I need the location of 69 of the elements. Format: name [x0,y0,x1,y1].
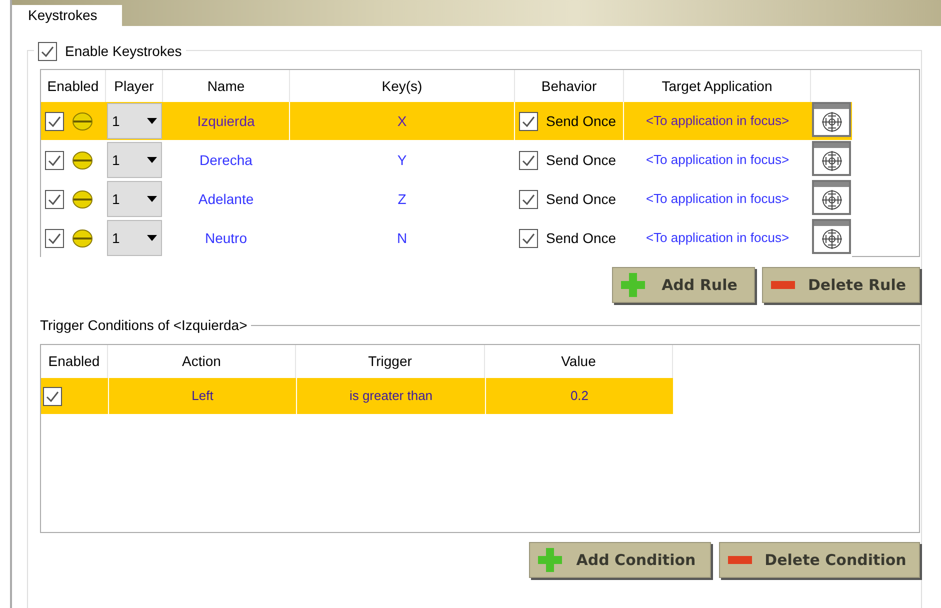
checkbox[interactable] [519,190,538,208]
caret-icon [147,235,157,241]
delete-button[interactable]: Delete Condition [719,542,920,578]
caret-icon [147,157,157,163]
caret-icon [147,118,157,124]
table-cell: Y [290,141,515,179]
table-cell: X [290,102,515,140]
minus-icon [728,556,752,564]
status-light-icon [72,190,93,208]
check-icon [48,194,61,204]
behavior-label: Send Once [546,112,616,130]
table-cell-text: <To application in focus> [644,112,790,130]
player-dropdown[interactable]: 1 [107,220,162,256]
check-icon [522,194,535,204]
table-row[interactable]: Left is greater than 0.2 [41,378,673,414]
check-icon [48,232,61,244]
table-cell: Left [108,378,296,414]
table-cell: Adelante [163,180,290,218]
table-cell: Z [290,180,515,218]
checkbox[interactable] [45,150,64,170]
table-cell: is greater than [296,378,485,414]
behavior-label: Send Once [546,190,616,208]
table-row[interactable]: 1 Neutro N Send Once <To application in focus> [41,219,811,257]
check-icon [522,154,535,166]
delete-button[interactable]: Delete Rule [762,267,920,303]
table-cell: Neutro [163,219,290,257]
player-dropdown[interactable]: 1 [107,181,162,217]
checkbox[interactable] [45,190,64,208]
table-cell: 0.2 [485,378,673,414]
table-cell-text: <To application in focus> [644,229,790,248]
check-icon [522,116,535,126]
player-dropdown[interactable]: 1 [107,142,162,178]
tab[interactable]: Keystrokes [12,5,122,26]
caret-icon [147,196,157,202]
table-row[interactable]: 1 Izquierda X Send Once <To application in focus> [41,102,811,140]
checkbox[interactable] [38,42,57,61]
add-button[interactable]: Add Condition [529,542,711,578]
status-light-icon [72,150,93,170]
checkbox[interactable] [519,112,538,130]
crosshair-window-icon[interactable] [812,180,851,215]
checkbox-label: Enable Keystrokes [65,42,182,61]
plus-icon [538,548,562,572]
crosshair-window-icon[interactable] [812,219,851,254]
check-icon [41,46,54,57]
table-cell-text: <To application in focus> [644,151,790,170]
behavior-label: Send Once [546,150,616,170]
checkbox[interactable] [45,112,64,130]
checkbox[interactable] [519,150,538,170]
status-light-icon [72,228,93,248]
add-button[interactable]: Add Rule [612,267,755,303]
behavior-label: Send Once [546,228,616,248]
table-cell: N [290,219,515,257]
check-icon [48,154,61,166]
section-title: Trigger Conditions of <Izquierda> [40,316,248,335]
table-cell: Izquierda [163,102,290,140]
crosshair-window-icon[interactable] [812,102,851,137]
checkbox[interactable] [519,228,538,248]
checkbox[interactable] [43,386,62,406]
minus-icon [771,281,795,289]
player-dropdown[interactable]: 1 [107,103,162,139]
table-cell: Derecha [163,141,290,179]
check-icon [522,232,535,244]
status-light-icon [72,112,93,130]
table-cell-text: <To application in focus> [644,190,790,208]
check-icon [48,116,61,126]
plus-icon [621,273,645,297]
checkbox[interactable] [45,228,64,248]
crosshair-window-icon[interactable] [812,141,851,176]
check-icon [46,390,59,402]
